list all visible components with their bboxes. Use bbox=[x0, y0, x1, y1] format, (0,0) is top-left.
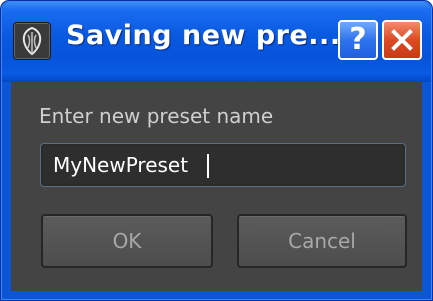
close-icon bbox=[391, 29, 413, 51]
help-button[interactable]: ? bbox=[338, 20, 378, 60]
text-caret bbox=[207, 154, 209, 178]
preset-name-input[interactable] bbox=[41, 144, 405, 186]
preset-name-label: Enter new preset name bbox=[39, 104, 274, 128]
dialog-content: Enter new preset name OK Cancel bbox=[11, 82, 422, 291]
cancel-button[interactable]: Cancel bbox=[237, 214, 407, 268]
app-logo-icon bbox=[13, 22, 51, 60]
title-bar[interactable]: Saving new pre... ? bbox=[2, 2, 431, 82]
window-title: Saving new pre... bbox=[66, 20, 341, 51]
dialog-window: Saving new pre... ? Enter new preset nam… bbox=[0, 0, 433, 301]
close-button[interactable] bbox=[382, 20, 422, 60]
ok-button[interactable]: OK bbox=[41, 214, 213, 268]
